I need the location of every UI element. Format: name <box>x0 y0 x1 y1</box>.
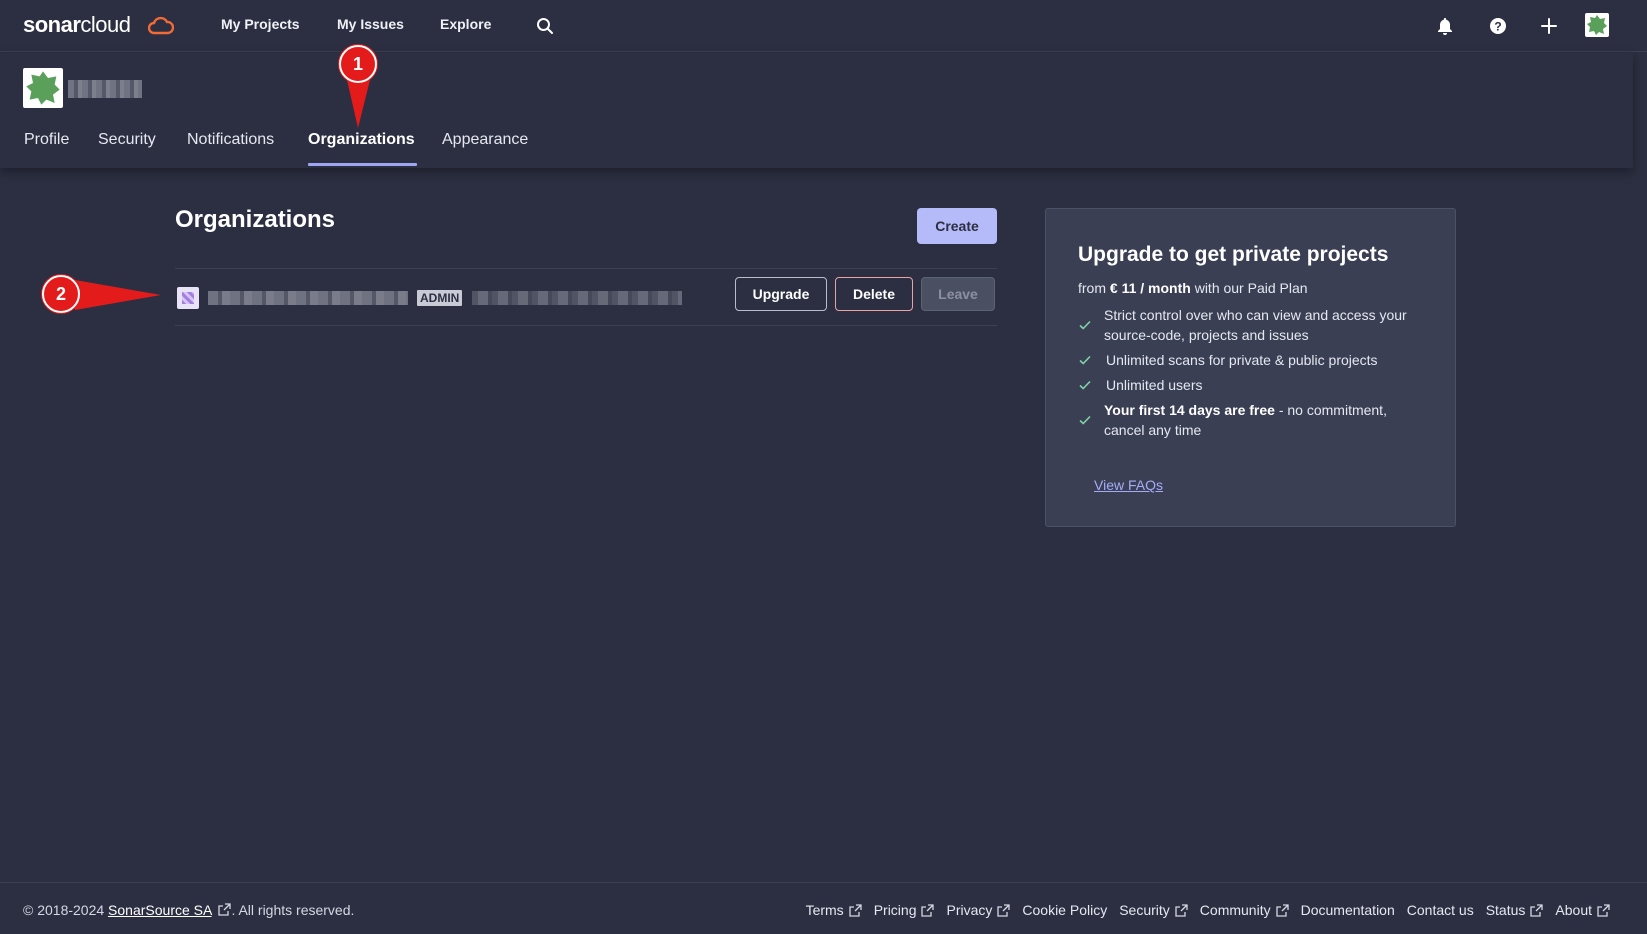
check-icon <box>1079 415 1091 425</box>
search-icon[interactable] <box>536 17 554 35</box>
feature-item-trial: Your first 14 days are free - no commitm… <box>1078 400 1418 440</box>
redacted-organization-key <box>472 291 682 305</box>
external-link-icon <box>218 903 232 916</box>
footer-link-privacy[interactable]: Privacy <box>946 902 1011 918</box>
bell-icon[interactable] <box>1434 15 1456 37</box>
annotation-arrow-2 <box>75 280 161 310</box>
feature-item: Strict control over who can view and acc… <box>1078 305 1418 345</box>
redacted-organization-name[interactable] <box>208 291 408 305</box>
feature-item: Unlimited users <box>1078 375 1418 395</box>
footer-links: Terms Pricing Privacy Cookie Policy Secu… <box>806 902 1610 918</box>
footer: © 2018-2024 SonarSource SA . All rights … <box>0 882 1647 934</box>
tab-security[interactable]: Security <box>98 131 156 149</box>
cloud-logo-icon <box>148 16 174 35</box>
annotation-marker-1: 1 <box>339 45 377 83</box>
footer-link-contact[interactable]: Contact us <box>1407 902 1474 918</box>
upgrade-button[interactable]: Upgrade <box>735 277 827 311</box>
footer-link-about[interactable]: About <box>1555 902 1610 918</box>
annotation-marker-2: 2 <box>42 275 80 313</box>
external-link-icon <box>1597 903 1610 917</box>
footer-link-status[interactable]: Status <box>1486 902 1544 918</box>
copyright: © 2018-2024 SonarSource SA . All rights … <box>23 902 355 918</box>
profile-avatar <box>23 68 63 108</box>
tab-organizations[interactable]: Organizations <box>308 131 415 149</box>
upgrade-card-title: Upgrade to get private projects <box>1078 243 1389 266</box>
organization-avatar <box>177 287 199 309</box>
svg-text:?: ? <box>1494 20 1501 34</box>
page-title: Organizations <box>175 206 336 233</box>
user-avatar[interactable] <box>1585 13 1609 37</box>
external-link-icon <box>1175 903 1188 917</box>
nav-explore[interactable]: Explore <box>440 16 491 32</box>
check-icon <box>1079 355 1091 365</box>
view-faqs-link[interactable]: View FAQs <box>1094 477 1163 493</box>
plus-icon[interactable] <box>1538 15 1560 37</box>
sonarsource-link[interactable]: SonarSource SA <box>108 902 212 918</box>
create-button[interactable]: Create <box>917 208 997 244</box>
active-tab-indicator <box>308 163 417 166</box>
admin-badge: ADMIN <box>417 290 463 306</box>
external-link-icon <box>921 903 935 917</box>
check-icon <box>1079 320 1091 330</box>
external-link-icon <box>1530 903 1544 917</box>
footer-link-documentation[interactable]: Documentation <box>1301 902 1395 918</box>
leave-button: Leave <box>921 277 995 311</box>
tab-notifications[interactable]: Notifications <box>187 131 274 149</box>
external-link-icon <box>1275 903 1289 917</box>
top-navigation: sonarcloud My Projects My Issues Explore… <box>0 0 1647 52</box>
tab-profile[interactable]: Profile <box>24 131 69 149</box>
redacted-username <box>68 80 142 98</box>
external-link-icon <box>997 903 1011 917</box>
help-icon[interactable]: ? <box>1487 15 1509 37</box>
footer-link-cookie-policy[interactable]: Cookie Policy <box>1022 902 1107 918</box>
nav-my-issues[interactable]: My Issues <box>337 16 404 32</box>
external-link-icon <box>849 903 862 917</box>
footer-link-community[interactable]: Community <box>1200 902 1289 918</box>
delete-button[interactable]: Delete <box>835 277 913 311</box>
footer-link-pricing[interactable]: Pricing <box>874 902 935 918</box>
tab-appearance[interactable]: Appearance <box>442 131 528 149</box>
account-header: Profile Security Notifications Organizat… <box>0 53 1633 168</box>
sonarcloud-logo[interactable]: sonarcloud <box>23 12 174 38</box>
upgrade-card: Upgrade to get private projects from € 1… <box>1045 208 1456 527</box>
check-icon <box>1079 380 1091 390</box>
footer-link-security[interactable]: Security <box>1119 902 1188 918</box>
footer-link-terms[interactable]: Terms <box>806 902 862 918</box>
nav-my-projects[interactable]: My Projects <box>221 16 300 32</box>
feature-item: Unlimited scans for private & public pro… <box>1078 350 1418 370</box>
upgrade-card-price: from € 11 / month with our Paid Plan <box>1078 280 1308 296</box>
